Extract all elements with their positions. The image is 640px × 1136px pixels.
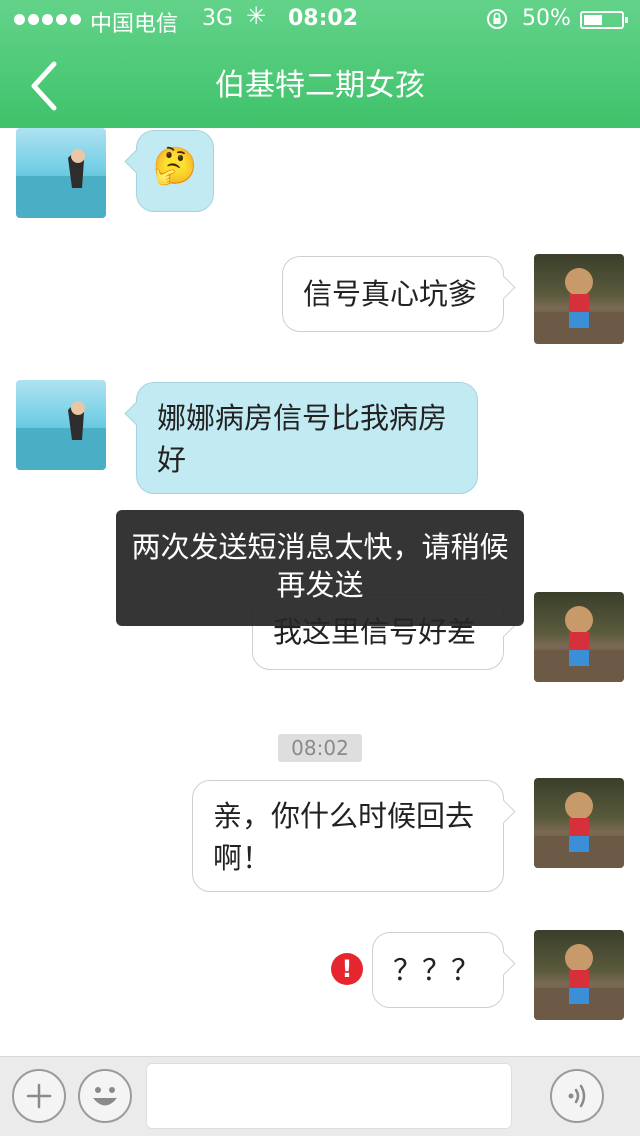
message-text: 娜娜病房信号比我病房好: [157, 401, 448, 477]
message-text: 信号真心坑爹: [303, 277, 478, 311]
self-avatar[interactable]: [534, 592, 624, 682]
message-bubble-outgoing[interactable]: ？？？: [372, 932, 516, 1008]
toast-text: 两次发送短消息太快，请稍候再发送: [131, 530, 509, 602]
message-text: 亲，你什么时候回去啊！: [213, 799, 475, 875]
header: 中国电信 3G ✳ 08:02 50% 伯基特二期女孩: [0, 0, 640, 128]
network-type: 3G: [202, 6, 234, 31]
rotation-lock-icon: [487, 9, 507, 29]
status-time: 08:02: [288, 6, 359, 31]
self-photo: [534, 944, 624, 1020]
plus-button[interactable]: [12, 1069, 66, 1123]
plus-icon: [26, 1083, 52, 1109]
self-photo: [534, 792, 624, 868]
self-avatar[interactable]: [534, 930, 624, 1020]
input-bar: [0, 1056, 640, 1136]
battery-percent: 50%: [522, 6, 571, 31]
voice-icon: [568, 1084, 586, 1108]
smiley-icon: [93, 1087, 117, 1106]
send-failed-icon[interactable]: !: [331, 953, 363, 985]
message-text: ？？？: [393, 953, 481, 987]
voice-button[interactable]: [550, 1069, 604, 1123]
self-photo: [534, 268, 624, 344]
status-bar: 中国电信 3G ✳ 08:02 50%: [0, 0, 640, 40]
message-bubble-incoming[interactable]: 娜娜病房信号比我病房好: [124, 382, 478, 494]
self-avatar[interactable]: [534, 778, 624, 868]
contact-avatar[interactable]: [16, 128, 106, 218]
toast-notification: 两次发送短消息太快，请稍候再发送: [116, 510, 524, 626]
contact-photo: [16, 401, 106, 470]
message-bubble-outgoing[interactable]: 信号真心坑爹: [282, 256, 516, 332]
contact-avatar[interactable]: [16, 380, 106, 470]
emoji-button[interactable]: [78, 1069, 132, 1123]
message-bubble-outgoing[interactable]: 亲，你什么时候回去啊！: [192, 780, 516, 892]
message-bubble-incoming[interactable]: 🤔: [124, 130, 214, 212]
emoji-message: 🤔: [152, 146, 198, 187]
chat-title: 伯基特二期女孩: [215, 68, 425, 103]
message-input[interactable]: [146, 1063, 512, 1129]
activity-spinner-icon: ✳: [246, 2, 267, 30]
self-photo: [534, 606, 624, 682]
carrier-name: 中国电信: [90, 12, 179, 37]
signal-strength-icon: [14, 14, 81, 25]
battery-icon: [580, 11, 628, 29]
contact-photo: [16, 149, 106, 218]
self-avatar[interactable]: [534, 254, 624, 344]
message-timestamp: 08:02: [278, 734, 362, 762]
